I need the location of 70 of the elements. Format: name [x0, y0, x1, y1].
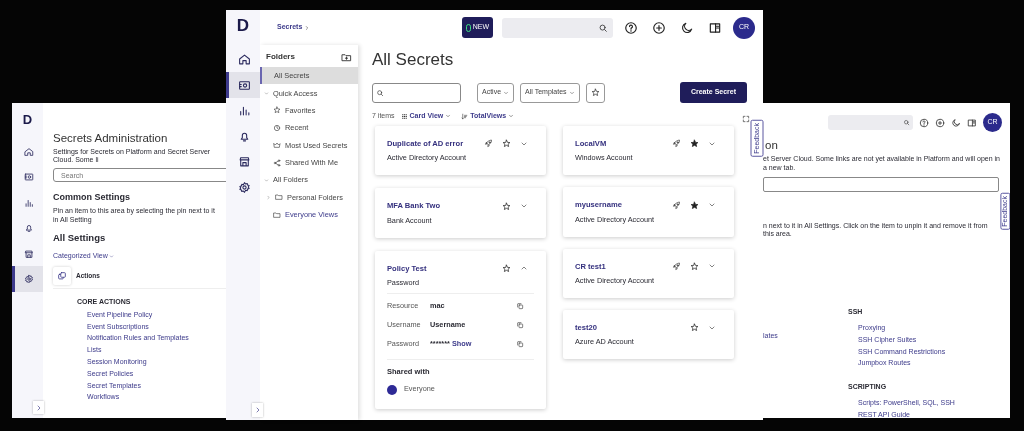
clock-icon — [273, 123, 281, 132]
page-title: Secrets Administration — [53, 132, 169, 145]
panel-title: Folders — [266, 51, 295, 63]
settings-icon — [24, 274, 34, 284]
caret-icon — [568, 89, 575, 96]
caret-icon — [445, 113, 452, 119]
home-icon — [238, 53, 251, 67]
favorites-filter-button[interactable] — [585, 82, 605, 103]
star-icon — [590, 88, 600, 97]
star-icon[interactable] — [502, 201, 511, 211]
nav-item[interactable] — [12, 266, 43, 292]
search-icon — [598, 22, 608, 33]
vault-icon — [238, 78, 251, 92]
fullscreen-icon[interactable] — [742, 115, 750, 123]
search-field[interactable] — [763, 176, 999, 192]
rocket-icon[interactable] — [672, 261, 681, 271]
logo: D — [236, 17, 250, 34]
home-icon — [24, 146, 34, 157]
chevron-icon[interactable] — [520, 202, 528, 210]
star-icon[interactable] — [690, 261, 699, 271]
star-icon[interactable] — [502, 263, 511, 273]
add-icon[interactable] — [935, 117, 945, 128]
expand-button[interactable] — [33, 401, 44, 414]
search-icon — [376, 88, 384, 97]
chevron-icon[interactable] — [708, 201, 716, 209]
star-icon[interactable] — [690, 323, 699, 333]
page-title: on — [765, 139, 778, 152]
store-icon — [238, 155, 251, 169]
caret-icon — [508, 113, 515, 119]
add-folder-icon[interactable] — [341, 51, 352, 63]
vault-icon — [24, 172, 34, 182]
settings-icon — [238, 181, 251, 195]
help-icon[interactable] — [624, 20, 638, 35]
rocket-icon[interactable] — [484, 139, 493, 149]
panel-icon[interactable] — [708, 20, 722, 35]
sort-icon — [461, 112, 469, 120]
search-field[interactable] — [372, 82, 461, 103]
bar-chart-icon — [24, 197, 34, 208]
panel-icon[interactable] — [967, 117, 977, 128]
moon-icon[interactable] — [951, 117, 961, 128]
rocket-icon[interactable] — [672, 139, 681, 149]
section-heading: All Settings — [53, 233, 107, 244]
grid-icon — [400, 112, 408, 120]
section-heading: Common Settings — [53, 192, 131, 204]
search-icon — [903, 119, 910, 126]
caret-icon — [108, 254, 114, 260]
copy-icon[interactable] — [516, 321, 524, 330]
search-field[interactable] — [828, 115, 913, 130]
copy-icon[interactable] — [516, 302, 524, 311]
help-icon[interactable] — [919, 117, 929, 128]
expand-button[interactable] — [252, 403, 263, 417]
bell-icon — [24, 223, 34, 233]
copy-icon[interactable] — [516, 340, 524, 349]
moon-icon[interactable] — [680, 20, 694, 35]
store-icon — [24, 248, 34, 259]
star-filled-icon[interactable] — [690, 200, 699, 210]
share-icon — [273, 158, 281, 167]
star-icon — [273, 106, 281, 115]
nav-item[interactable] — [226, 72, 260, 98]
star-filled-icon[interactable] — [690, 139, 699, 149]
add-icon[interactable] — [652, 20, 666, 35]
logo: D — [22, 113, 33, 126]
chevron-icon — [304, 24, 311, 31]
bar-chart-icon — [238, 104, 251, 118]
crown-icon — [273, 141, 281, 150]
caret-icon — [503, 89, 510, 96]
star-icon[interactable] — [502, 139, 511, 149]
search-field[interactable] — [502, 17, 613, 38]
rocket-icon[interactable] — [672, 200, 681, 210]
page-title: All Secrets — [372, 50, 454, 71]
